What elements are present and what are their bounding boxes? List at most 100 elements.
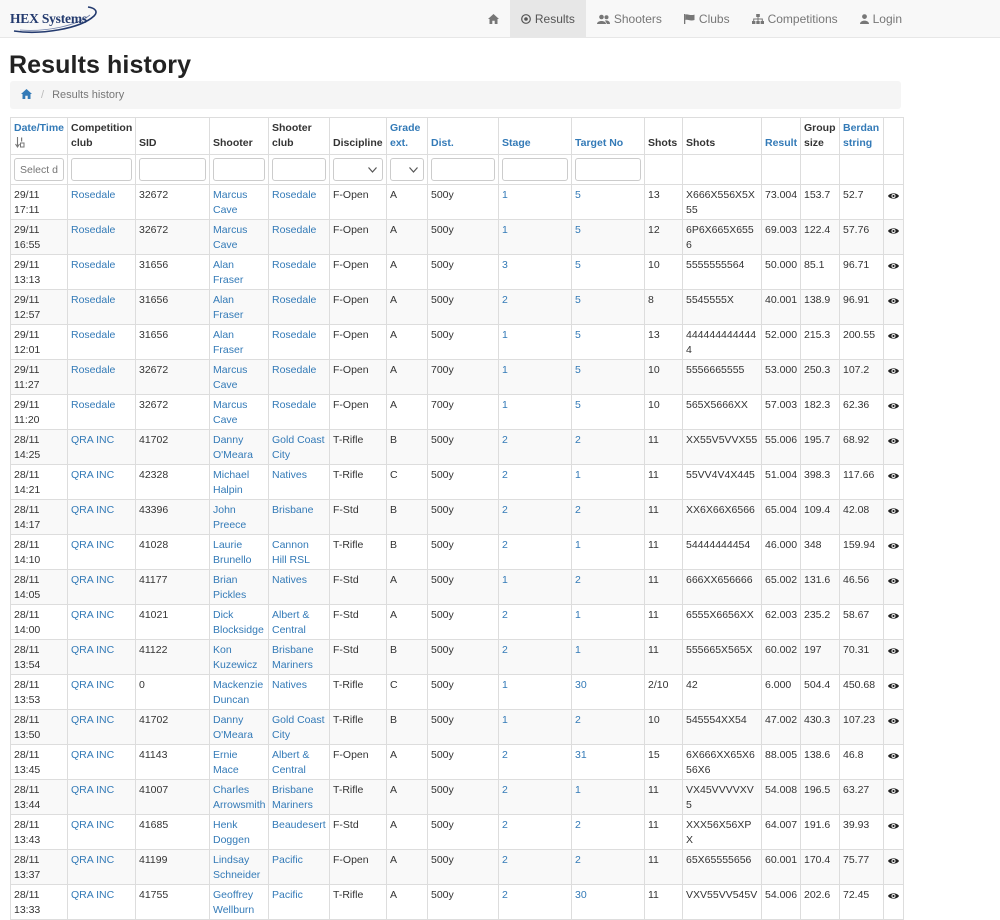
filter-input-competition-club[interactable]: [71, 158, 132, 181]
column-header-result[interactable]: Result: [761, 117, 801, 155]
cell-competition-club[interactable]: QRA INC: [67, 709, 136, 745]
view-result-button[interactable]: [883, 849, 904, 885]
filter-input-shooter[interactable]: [213, 158, 265, 181]
cell-shooter[interactable]: Danny O'Meara: [209, 429, 269, 465]
brand-logo[interactable]: HEX Systems: [10, 4, 102, 34]
cell-shooter[interactable]: John Preece: [209, 499, 269, 535]
cell-shooter[interactable]: Charles Arrowsmith: [209, 779, 269, 815]
cell-shooter[interactable]: Henk Doggen: [209, 814, 269, 850]
view-result-button[interactable]: [883, 814, 904, 850]
view-result-button[interactable]: [883, 569, 904, 605]
cell-shooter[interactable]: Marcus Cave: [209, 359, 269, 395]
cell-competition-club[interactable]: Rosedale: [67, 219, 136, 255]
cell-competition-club[interactable]: QRA INC: [67, 744, 136, 780]
nav-competitions[interactable]: Competitions: [741, 0, 849, 38]
column-header-distance[interactable]: Dist.: [427, 117, 499, 155]
cell-shooter[interactable]: Lindsay Schneider: [209, 849, 269, 885]
column-header-grade-ext[interactable]: Grade ext.: [386, 117, 428, 155]
view-result-button[interactable]: [883, 289, 904, 325]
cell-shooter-club[interactable]: Albert & Central: [268, 744, 330, 780]
cell-competition-club[interactable]: QRA INC: [67, 499, 136, 535]
view-result-button[interactable]: [883, 604, 904, 640]
cell-shooter-club[interactable]: Rosedale: [268, 394, 330, 430]
cell-shooter[interactable]: Ernie Mace: [209, 744, 269, 780]
cell-competition-club[interactable]: Rosedale: [67, 289, 136, 325]
cell-shooter[interactable]: Alan Fraser: [209, 254, 269, 290]
cell-shooter[interactable]: Alan Fraser: [209, 324, 269, 360]
cell-shooter[interactable]: Alan Fraser: [209, 289, 269, 325]
view-result-button[interactable]: [883, 219, 904, 255]
view-result-button[interactable]: [883, 639, 904, 675]
cell-competition-club[interactable]: QRA INC: [67, 534, 136, 570]
cell-competition-club[interactable]: Rosedale: [67, 324, 136, 360]
cell-competition-club[interactable]: Rosedale: [67, 394, 136, 430]
cell-shooter-club[interactable]: Rosedale: [268, 184, 330, 220]
cell-shooter[interactable]: Marcus Cave: [209, 184, 269, 220]
cell-shooter-club[interactable]: Natives: [268, 674, 330, 710]
filter-input-shooter-club[interactable]: [272, 158, 326, 181]
nav-shooters[interactable]: Shooters: [586, 0, 673, 38]
cell-shooter[interactable]: Marcus Cave: [209, 219, 269, 255]
cell-competition-club[interactable]: QRA INC: [67, 639, 136, 675]
view-result-button[interactable]: [883, 359, 904, 395]
cell-competition-club[interactable]: QRA INC: [67, 849, 136, 885]
filter-input-stage[interactable]: [502, 158, 568, 181]
view-result-button[interactable]: [883, 499, 904, 535]
cell-competition-club[interactable]: QRA INC: [67, 604, 136, 640]
cell-shooter[interactable]: Danny O'Meara: [209, 709, 269, 745]
view-result-button[interactable]: [883, 744, 904, 780]
view-result-button[interactable]: [883, 184, 904, 220]
cell-shooter-club[interactable]: Rosedale: [268, 324, 330, 360]
cell-shooter-club[interactable]: Brisbane: [268, 499, 330, 535]
cell-shooter-club[interactable]: Brisbane Mariners: [268, 639, 330, 675]
cell-competition-club[interactable]: Rosedale: [67, 359, 136, 395]
column-header-date-time[interactable]: Date/Time: [10, 117, 68, 155]
cell-shooter[interactable]: Marcus Cave: [209, 394, 269, 430]
filter-input-target-no[interactable]: [575, 158, 641, 181]
cell-competition-club[interactable]: QRA INC: [67, 464, 136, 500]
view-result-button[interactable]: [883, 884, 904, 920]
cell-shooter[interactable]: Kon Kuzewicz: [209, 639, 269, 675]
filter-input-date-time[interactable]: [14, 158, 64, 181]
column-header-berdan-string[interactable]: Berdan string: [839, 117, 884, 155]
cell-shooter-club[interactable]: Beaudesert: [268, 814, 330, 850]
cell-shooter-club[interactable]: Gold Coast City: [268, 709, 330, 745]
cell-shooter[interactable]: Mackenzie Duncan: [209, 674, 269, 710]
cell-competition-club[interactable]: QRA INC: [67, 674, 136, 710]
cell-shooter-club[interactable]: Pacific: [268, 884, 330, 920]
cell-competition-club[interactable]: QRA INC: [67, 884, 136, 920]
nav-login[interactable]: Login: [849, 0, 913, 38]
cell-shooter-club[interactable]: Albert & Central: [268, 604, 330, 640]
cell-shooter-club[interactable]: Pacific: [268, 849, 330, 885]
cell-shooter-club[interactable]: Rosedale: [268, 219, 330, 255]
nav-results[interactable]: Results: [509, 0, 586, 38]
cell-shooter-club[interactable]: Brisbane Mariners: [268, 779, 330, 815]
column-header-target-no[interactable]: Target No: [571, 117, 645, 155]
filter-input-sid[interactable]: [139, 158, 206, 181]
view-result-button[interactable]: [883, 674, 904, 710]
cell-shooter-club[interactable]: Cannon Hill RSL: [268, 534, 330, 570]
cell-competition-club[interactable]: QRA INC: [67, 569, 136, 605]
view-result-button[interactable]: [883, 534, 904, 570]
cell-shooter-club[interactable]: Rosedale: [268, 289, 330, 325]
cell-competition-club[interactable]: QRA INC: [67, 429, 136, 465]
nav-clubs[interactable]: Clubs: [673, 0, 741, 38]
cell-shooter-club[interactable]: Gold Coast City: [268, 429, 330, 465]
view-result-button[interactable]: [883, 779, 904, 815]
cell-competition-club[interactable]: QRA INC: [67, 779, 136, 815]
cell-competition-club[interactable]: QRA INC: [67, 814, 136, 850]
cell-shooter[interactable]: Brian Pickles: [209, 569, 269, 605]
cell-shooter[interactable]: Geoffrey Wellburn: [209, 884, 269, 920]
view-result-button[interactable]: [883, 464, 904, 500]
cell-competition-club[interactable]: Rosedale: [67, 254, 136, 290]
view-result-button[interactable]: [883, 324, 904, 360]
cell-shooter[interactable]: Laurie Brunello: [209, 534, 269, 570]
cell-shooter-club[interactable]: Rosedale: [268, 359, 330, 395]
cell-shooter[interactable]: Dick Blocksidge: [209, 604, 269, 640]
view-result-button[interactable]: [883, 429, 904, 465]
cell-shooter[interactable]: Michael Halpin: [209, 464, 269, 500]
filter-select-discipline[interactable]: [333, 158, 383, 181]
cell-competition-club[interactable]: Rosedale: [67, 184, 136, 220]
nav-home[interactable]: [477, 0, 510, 38]
filter-input-distance[interactable]: [431, 158, 495, 181]
